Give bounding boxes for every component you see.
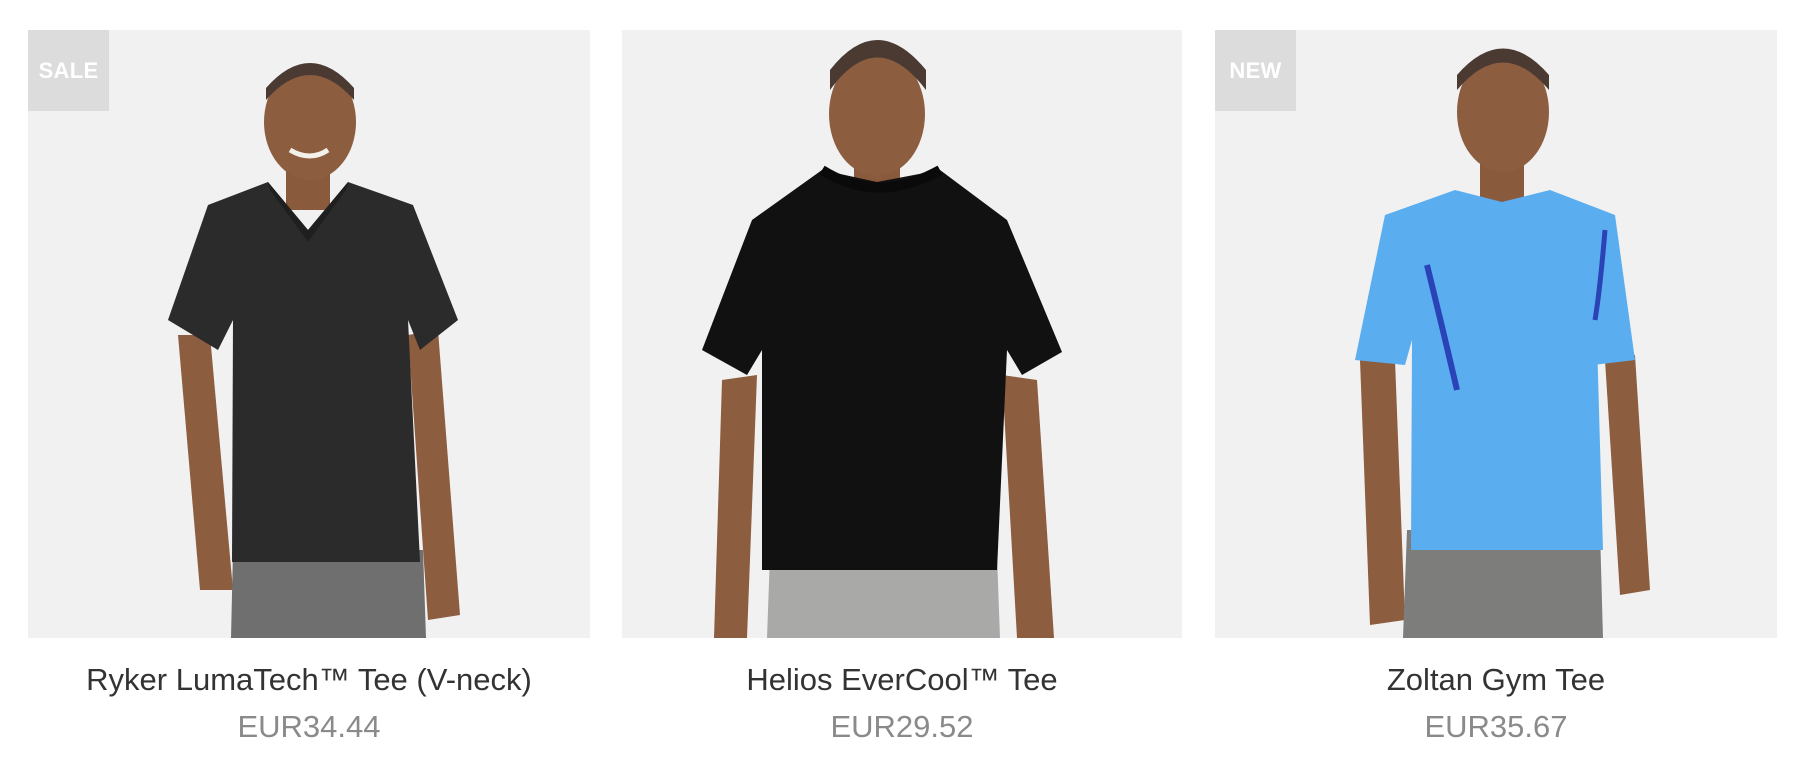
product-grid: SALE Ryker LumaTech™ Tee (V-neck) EUR34.… — [0, 0, 1806, 784]
product-photo — [168, 63, 460, 638]
product-image-link[interactable]: SALE — [28, 30, 590, 638]
product-name-link[interactable]: Zoltan Gym Tee — [1215, 660, 1777, 700]
new-badge: NEW — [1215, 30, 1296, 111]
product-name-link[interactable]: Ryker LumaTech™ Tee (V-neck) — [28, 660, 590, 700]
product-card: Helios EverCool™ Tee EUR29.52 — [622, 30, 1182, 747]
product-price: EUR29.52 — [830, 709, 974, 744]
product-image-link[interactable]: NEW — [1215, 30, 1777, 638]
product-photo — [702, 40, 1062, 638]
product-card: NEW Zoltan Gym Tee EUR35.67 — [1215, 30, 1777, 747]
product-photo — [1355, 48, 1650, 638]
product-name-link[interactable]: Helios EverCool™ Tee — [622, 660, 1182, 700]
sale-badge: SALE — [28, 30, 109, 111]
product-price: EUR34.44 — [237, 709, 381, 744]
product-image-link[interactable] — [622, 30, 1182, 638]
product-card: SALE Ryker LumaTech™ Tee (V-neck) EUR34.… — [28, 30, 590, 747]
product-price: EUR35.67 — [1424, 709, 1568, 744]
